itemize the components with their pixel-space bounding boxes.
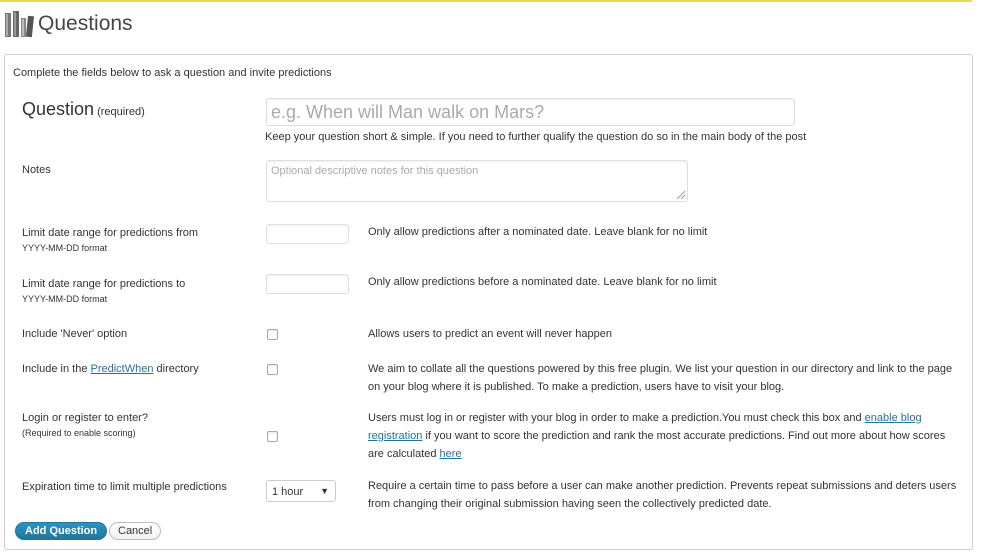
date-to-label: Limit date range for predictions to YYYY… — [22, 278, 185, 304]
login-desc-part1: Users must log in or register with your … — [368, 412, 865, 424]
directory-checkbox[interactable] — [267, 364, 278, 375]
directory-label-prefix: Include in the — [22, 363, 91, 375]
login-label: Login or register to enter? (Required to… — [22, 412, 148, 438]
date-to-desc: Only allow predictions before a nominate… — [368, 276, 717, 288]
date-to-format: YYYY-MM-DD format — [22, 294, 108, 304]
directory-label-suffix: directory — [153, 363, 199, 375]
question-input[interactable] — [266, 98, 795, 126]
cancel-button[interactable]: Cancel — [109, 522, 162, 540]
date-to-label-text: Limit date range for predictions to — [22, 278, 186, 290]
add-question-button[interactable]: Add Question — [15, 522, 108, 540]
question-label: Question (required) — [22, 99, 145, 120]
question-help: Keep your question short & simple. If yo… — [265, 131, 807, 143]
never-option-checkbox[interactable] — [267, 329, 278, 340]
date-from-label-text: Limit date range for predictions from — [22, 227, 199, 239]
expiration-select[interactable]: 1 hour ▼ — [266, 480, 336, 502]
expiration-selected-value: 1 hour — [272, 486, 304, 498]
date-from-desc: Only allow predictions after a nominated… — [368, 226, 708, 238]
never-option-label: Include 'Never' option — [22, 328, 128, 340]
login-checkbox[interactable] — [267, 431, 278, 442]
notes-textarea[interactable] — [266, 160, 688, 202]
date-from-format: YYYY-MM-DD format — [22, 243, 108, 253]
notes-label: Notes — [22, 164, 51, 176]
expiration-desc: Require a certain time to pass before a … — [368, 480, 957, 510]
date-from-input[interactable] — [266, 224, 349, 244]
resize-grip-icon[interactable] — [676, 190, 686, 200]
date-to-input[interactable] — [266, 274, 349, 294]
question-form-panel: Complete the fields below to ask a quest… — [4, 54, 973, 550]
page-header: Questions — [4, 8, 133, 40]
login-sublabel: (Required to enable scoring) — [22, 428, 136, 438]
directory-desc: We aim to collate all the questions powe… — [368, 363, 953, 393]
login-label-text: Login or register to enter? — [22, 412, 148, 424]
predictwhen-link[interactable]: PredictWhen — [91, 363, 154, 375]
page-title: Questions — [38, 12, 133, 35]
scores-here-link[interactable]: here — [440, 448, 462, 460]
never-option-desc: Allows users to predict an event will ne… — [368, 328, 612, 340]
login-desc: Users must log in or register with your … — [368, 409, 958, 463]
dropdown-arrow-icon: ▼ — [320, 486, 329, 496]
notice-border — [0, 0, 972, 2]
books-icon — [5, 11, 34, 38]
date-from-label: Limit date range for predictions from YY… — [22, 227, 198, 253]
required-note: (required) — [97, 106, 145, 118]
expiration-label: Expiration time to limit multiple predic… — [22, 481, 227, 493]
question-label-text: Question — [22, 99, 95, 119]
form-intro: Complete the fields below to ask a quest… — [13, 67, 332, 79]
directory-label: Include in the PredictWhen directory — [22, 363, 199, 375]
